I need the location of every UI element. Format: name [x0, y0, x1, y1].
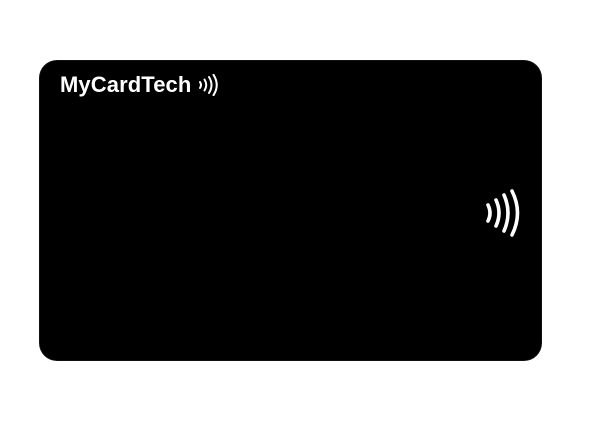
contactless-waves-icon — [199, 74, 219, 96]
payment-card: MyCardTech — [40, 61, 541, 360]
contactless-payment-icon — [486, 189, 520, 237]
brand-name: MyCardTech — [60, 72, 192, 97]
canvas: MyCardTech — [0, 0, 593, 421]
brand-logo: MyCardTech — [60, 72, 219, 98]
